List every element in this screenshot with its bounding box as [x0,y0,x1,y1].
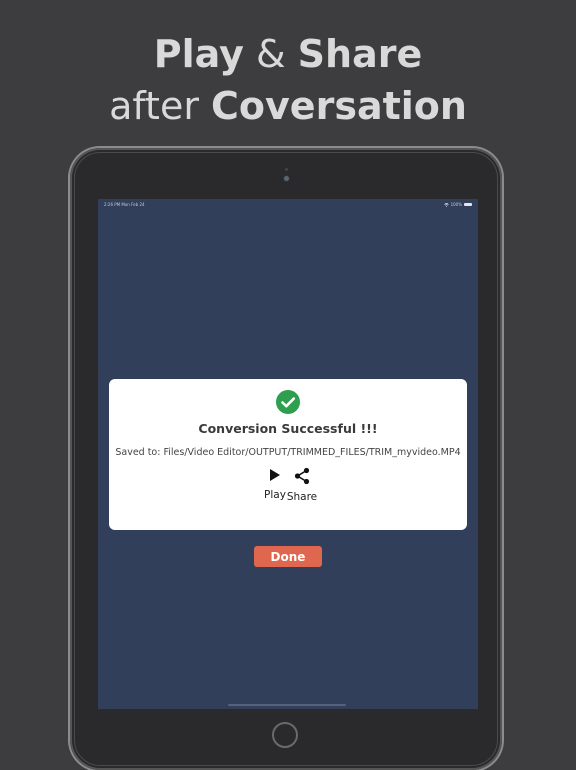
play-icon [270,469,280,481]
done-button[interactable]: Done [254,546,322,567]
headline-line-2: after Coversation [0,82,576,130]
headline-line-1: Play & Share [0,30,576,78]
dialog-title: Conversion Successful !!! [198,421,378,436]
battery-icon [464,203,472,206]
status-right-group: 100% [443,202,472,207]
status-bar: 2:26 PM Mon Feb 24 100% [98,199,478,211]
conversion-success-dialog: Conversion Successful !!! Saved to: File… [109,379,467,530]
camera-icon [284,176,289,181]
headline-share: Share [297,32,423,76]
share-label: Share [286,491,318,503]
home-indicator [228,704,346,706]
status-time-date: 2:26 PM Mon Feb 24 [104,202,145,207]
home-button[interactable] [272,722,298,748]
sensor-dot [285,168,288,171]
share-icon [294,467,310,485]
battery-percent: 100% [450,202,462,207]
headline-after: after [109,84,212,128]
check-circle-icon [276,390,300,414]
wifi-icon [443,202,449,207]
headline-ampersand: & [243,32,298,76]
headline-coversation: Coversation [211,84,467,128]
saved-path-text: Saved to: Files/Video Editor/OUTPUT/TRIM… [115,447,461,458]
dialog-actions: Play Share [109,467,467,507]
share-button[interactable]: Share [282,467,322,503]
headline-play: Play [153,32,244,76]
